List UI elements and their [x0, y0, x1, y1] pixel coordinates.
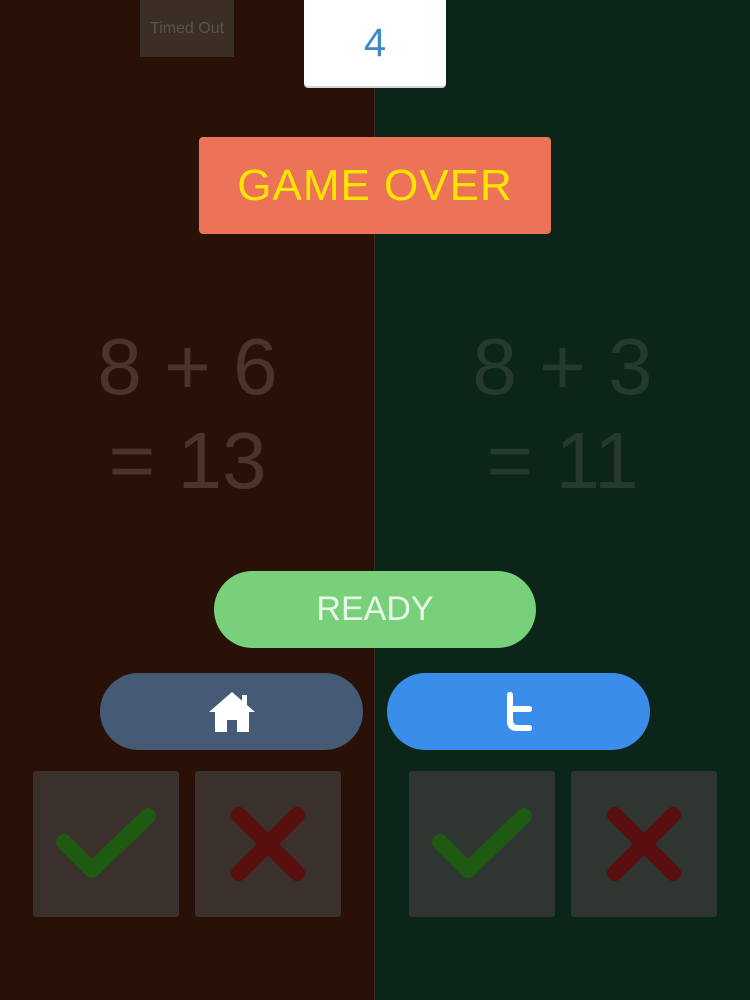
score-display: 4	[304, 0, 446, 86]
cross-icon	[607, 807, 681, 881]
timed-out-badge: Timed Out	[140, 0, 234, 57]
left-equation: 8 + 6 = 13	[0, 320, 375, 508]
right-correct-button[interactable]	[409, 771, 555, 917]
twitter-icon	[506, 691, 532, 731]
left-wrong-button[interactable]	[195, 771, 341, 917]
ready-button[interactable]: READY	[214, 571, 536, 648]
left-equation-line1: 8 + 6	[97, 322, 278, 411]
home-button[interactable]	[100, 673, 363, 750]
right-equation-line2: = 11	[486, 416, 639, 505]
right-wrong-button[interactable]	[571, 771, 717, 917]
game-over-banner: GAME OVER	[199, 137, 551, 234]
twitter-share-button[interactable]	[387, 673, 650, 750]
check-icon	[56, 808, 156, 878]
home-icon	[208, 691, 255, 732]
left-correct-button[interactable]	[33, 771, 179, 917]
right-equation: 8 + 3 = 11	[375, 320, 750, 508]
check-icon	[432, 808, 532, 878]
cross-icon	[231, 807, 305, 881]
left-equation-line2: = 13	[108, 416, 267, 505]
right-equation-line1: 8 + 3	[472, 322, 653, 411]
